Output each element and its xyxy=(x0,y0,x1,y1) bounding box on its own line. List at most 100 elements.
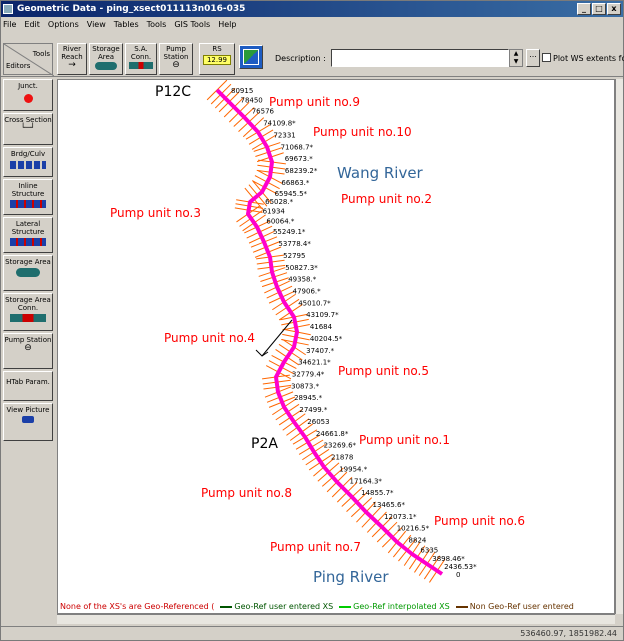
cross-section-icon: └─┘ xyxy=(20,123,36,132)
xs-station-label: 28945.* xyxy=(294,394,322,402)
plot-ws-label: Plot WS extents for xyxy=(553,54,624,63)
pump-label: Pump unit no.4 xyxy=(164,331,255,345)
map-view-button[interactable] xyxy=(239,45,263,69)
menu-tables[interactable]: Tables xyxy=(114,20,139,29)
xs-station-label: 43109.7* xyxy=(306,311,339,319)
xs-station-label: 34621.1* xyxy=(298,359,331,367)
xs-station-label: 40204.5* xyxy=(310,335,343,343)
storage-area-editor-label: Storage Area xyxy=(5,258,51,266)
xs-station-label: 80915 xyxy=(231,87,253,95)
junction-button[interactable]: Junct. xyxy=(3,79,53,111)
lateral-structure-label: Lateral Structure xyxy=(11,220,45,236)
description-ellipsis-button[interactable]: ... xyxy=(526,49,540,67)
river-reach-button[interactable]: River Reach → xyxy=(57,43,87,75)
cross-section-button[interactable]: Cross Section └─┘ xyxy=(3,113,53,145)
xs-station-label: 37407.* xyxy=(306,347,334,355)
xs-station-label: 61934 xyxy=(263,207,286,215)
menu-gis-tools[interactable]: GIS Tools xyxy=(174,20,210,29)
bridge-culvert-button[interactable]: Brdg/Culv xyxy=(3,147,53,177)
pump-station-editor-button[interactable]: Pump Station ⊖ xyxy=(3,333,53,369)
xs-station-label: 0 xyxy=(456,571,460,579)
camera-icon xyxy=(22,416,34,423)
xs-station-label: 49358.* xyxy=(288,276,316,284)
menu-tools[interactable]: Tools xyxy=(147,20,167,29)
station-label-p12c: P12C xyxy=(155,84,191,100)
pump-station-button[interactable]: Pump Station ⊖ xyxy=(159,43,193,75)
horizontal-scrollbar[interactable] xyxy=(57,614,615,624)
description-spinner[interactable]: ▲ ▼ xyxy=(509,49,523,67)
xs-station-label: 17164.3* xyxy=(349,477,382,485)
description-input[interactable] xyxy=(331,49,509,67)
geometric-data-window: Geometric Data - ping_xsect011113n016-03… xyxy=(0,0,624,641)
pump-icon: ⊖ xyxy=(172,60,180,70)
xs-station-label: 14855.7* xyxy=(361,489,394,497)
menu-bar: File Edit Options View Tables Tools GIS … xyxy=(1,17,623,31)
editors-tools-label: Tools xyxy=(32,50,50,58)
xs-station-label: 30873.* xyxy=(291,382,319,390)
xs-station-label: 23269.6* xyxy=(324,442,357,450)
vertical-scrollbar[interactable] xyxy=(615,79,623,614)
xs-station-label: 65028.* xyxy=(265,198,293,206)
storage-area-conn-label: Storage Area Conn. xyxy=(5,296,51,312)
close-button[interactable]: x xyxy=(607,3,621,15)
pump-label: Pump unit no.2 xyxy=(341,192,432,206)
map-icon xyxy=(243,49,259,65)
xs-station-label: 78450 xyxy=(240,96,262,104)
xs-station-label: 32779.4* xyxy=(292,371,325,379)
xs-station-label: 72331 xyxy=(273,131,295,139)
river-label-ping: Ping River xyxy=(313,568,389,586)
menu-view[interactable]: View xyxy=(87,20,106,29)
storage-area-icon xyxy=(95,62,117,70)
xs-station-label: 74109.8* xyxy=(263,120,296,128)
lateral-structure-icon xyxy=(10,238,46,246)
sa-conn-button[interactable]: S.A. Conn. xyxy=(125,43,157,75)
xs-station-label: 71068.7* xyxy=(281,143,314,151)
junction-dot-icon xyxy=(23,94,33,103)
storage-area-conn-icon xyxy=(10,314,46,322)
pump-label: Pump unit no.5 xyxy=(338,364,429,378)
pump-label: Pump unit no.9 xyxy=(269,95,360,109)
pump-station-label: Pump Station xyxy=(163,45,189,61)
legend: None of the XS's are Geo-Referenced ( Ge… xyxy=(58,602,574,613)
xs-station-label: 2436.53* xyxy=(444,563,477,571)
rs-value: 12.99 xyxy=(203,55,231,65)
pump-label: Pump unit no.7 xyxy=(270,540,361,554)
xs-station-label: 66863.* xyxy=(281,179,309,187)
maximize-button[interactable]: □ xyxy=(592,3,606,15)
sa-conn-label: S.A. Conn. xyxy=(130,45,152,61)
xs-station-label: 69673.* xyxy=(285,155,313,163)
storage-area-conn-button[interactable]: Storage Area Conn. xyxy=(3,293,53,331)
view-picture-button[interactable]: View Picture xyxy=(3,403,53,441)
htab-param-button[interactable]: HTab Param. xyxy=(3,371,53,401)
xs-station-label: 26053 xyxy=(307,418,329,426)
menu-file[interactable]: File xyxy=(3,20,16,29)
xs-station-label: 41684 xyxy=(310,323,333,331)
xs-station-label: 50827.3* xyxy=(285,264,318,272)
inline-structure-label: Inline Structure xyxy=(11,182,45,198)
inline-structure-button[interactable]: Inline Structure xyxy=(3,179,53,215)
minimize-button[interactable]: _ xyxy=(577,3,591,15)
xs-station-label: 27499.* xyxy=(299,406,327,414)
legend-non-geo-ref: Non Geo-Ref user entered xyxy=(455,602,574,613)
junction-label: Junct. xyxy=(18,82,38,90)
xs-station-label: 45010.7* xyxy=(298,299,331,307)
lateral-structure-button[interactable]: Lateral Structure xyxy=(3,217,53,253)
storage-area-button[interactable]: Storage Area xyxy=(89,43,123,75)
plot-ws-checkbox[interactable] xyxy=(542,53,551,62)
rs-button[interactable]: RS 12.99 xyxy=(199,43,235,75)
menu-edit[interactable]: Edit xyxy=(24,20,40,29)
legend-geo-ref-user: Geo-Ref user entered XS xyxy=(220,602,333,613)
xs-station-label: 47906.* xyxy=(293,287,321,295)
storage-area-editor-button[interactable]: Storage Area xyxy=(3,255,53,291)
pump-label: Pump unit no.8 xyxy=(201,486,292,500)
pump-icon: ⊖ xyxy=(24,343,32,353)
app-icon xyxy=(3,4,13,14)
xs-station-label: 13465.6* xyxy=(373,501,406,509)
editors-box: Tools Editors xyxy=(3,43,54,76)
xs-station-label: 10216.5* xyxy=(397,525,430,533)
bridge-icon xyxy=(10,161,46,169)
menu-options[interactable]: Options xyxy=(48,20,79,29)
schematic-canvas[interactable]: 80915 78450 76576 74109.8* 72331 71068.7* 6967… xyxy=(57,79,615,614)
menu-help[interactable]: Help xyxy=(218,20,236,29)
toolbar: Tools Editors River Reach → Storage Area… xyxy=(1,31,624,77)
